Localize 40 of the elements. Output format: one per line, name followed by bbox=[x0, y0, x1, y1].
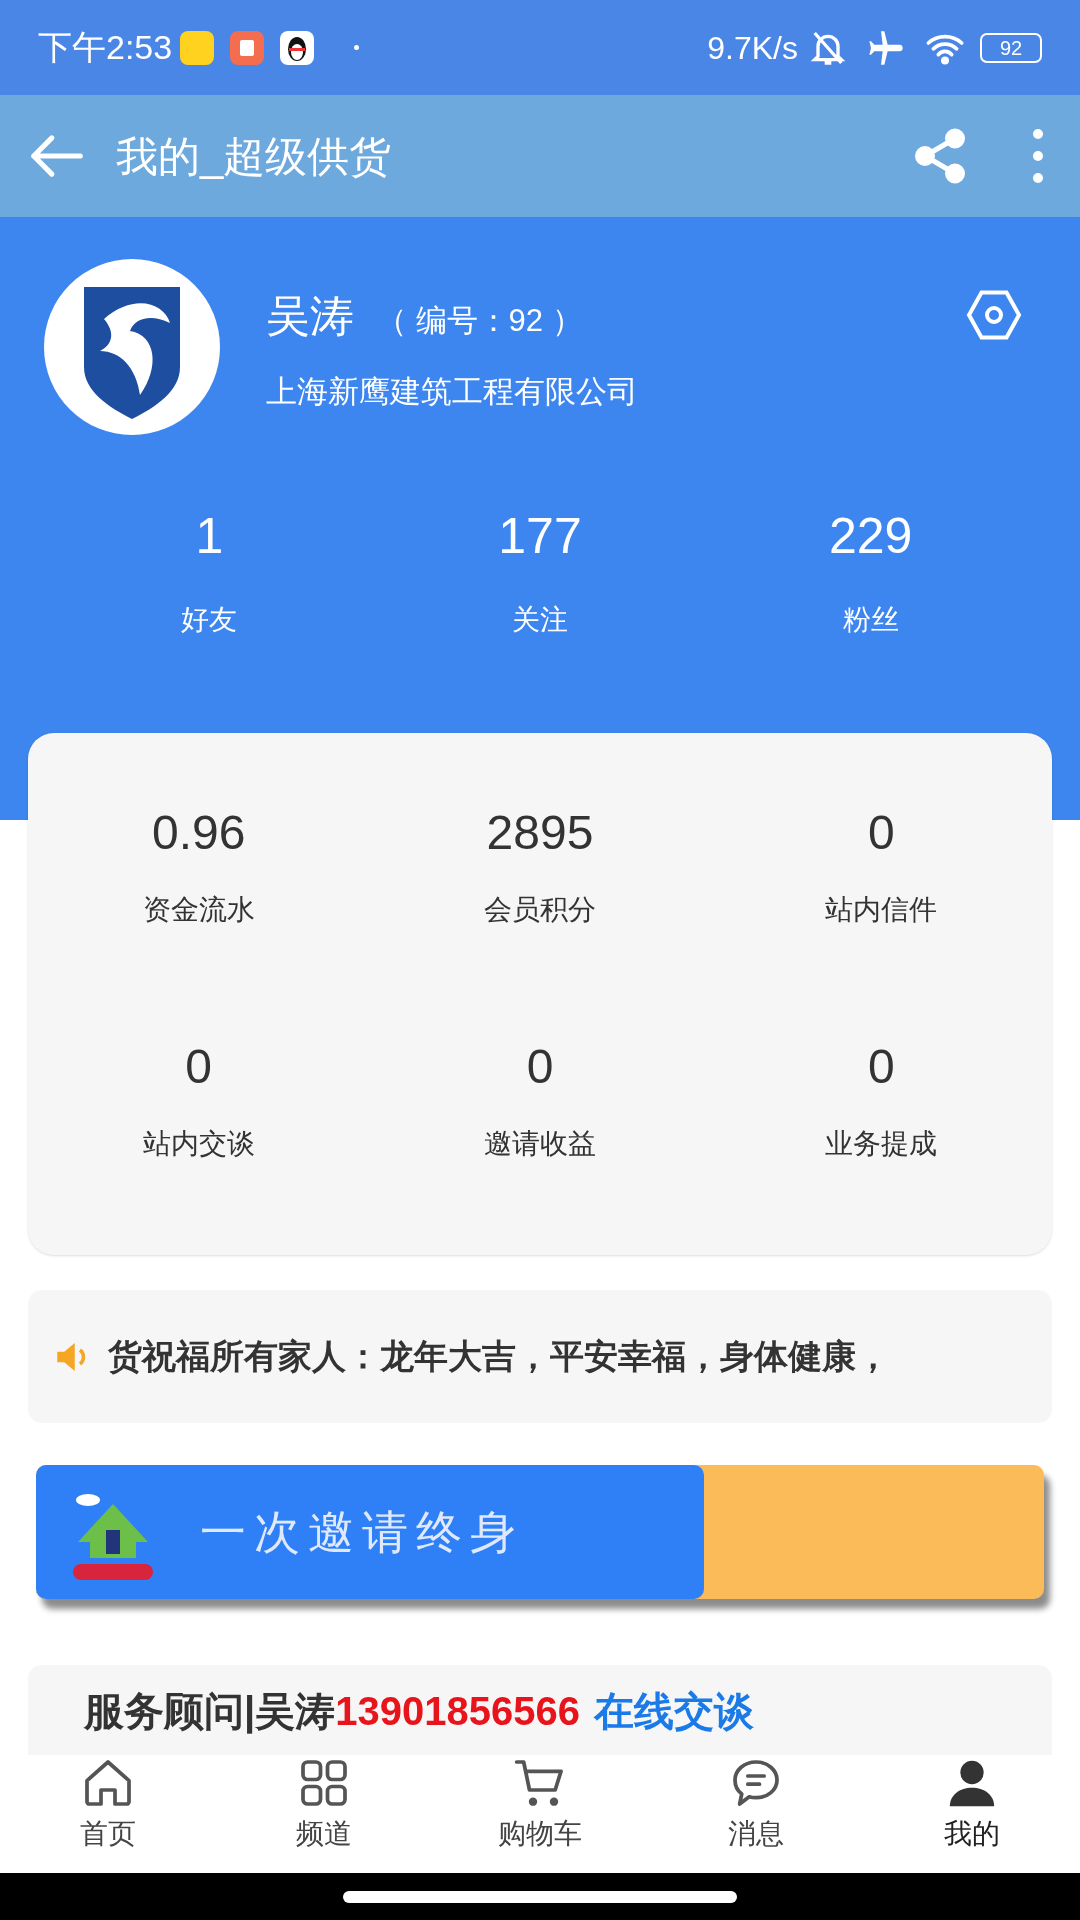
nav-tab[interactable]: 消息 bbox=[648, 1755, 864, 1873]
page-title: 我的_超级供货 bbox=[116, 131, 392, 182]
stat-value: 177 bbox=[498, 511, 582, 561]
stat-value: 2895 bbox=[486, 809, 594, 857]
company-logo-icon bbox=[44, 259, 220, 435]
stat-label: 会员积分 bbox=[484, 893, 596, 927]
stat-value: 0 bbox=[185, 1043, 212, 1091]
stat-label: 业务提成 bbox=[825, 1127, 938, 1161]
member-number: （ 编号：92 ） bbox=[376, 302, 583, 340]
phone-number[interactable]: 13901856566 bbox=[335, 1681, 580, 1741]
stat-value: 0 bbox=[867, 809, 895, 857]
stat-label: 粉丝 bbox=[842, 603, 899, 637]
company-name: 上海新鹰建筑工程有限公司 bbox=[266, 373, 638, 411]
user-name: 吴涛 bbox=[266, 290, 354, 342]
stat-label: 站内交谈 bbox=[142, 1127, 255, 1161]
chat-online-link[interactable]: 在线交谈 bbox=[593, 1681, 754, 1741]
stat-label: 资金流水 bbox=[142, 893, 255, 927]
nav-tab[interactable]: 我的 bbox=[864, 1755, 1080, 1873]
stat-value: 0 bbox=[867, 1043, 895, 1091]
stat-value: 0.96 bbox=[151, 809, 246, 857]
nav-tab[interactable]: 频道 bbox=[216, 1755, 432, 1873]
stat-label: 站内信件 bbox=[825, 893, 938, 927]
app-notification-icon bbox=[180, 30, 215, 65]
status-time: 下午2:53 bbox=[38, 27, 173, 68]
more-options-icon[interactable] bbox=[1032, 128, 1044, 184]
network-speed: 9.7K/s bbox=[707, 28, 798, 68]
stat-label: 好友 bbox=[181, 603, 238, 637]
stat-label: 邀请收益 bbox=[484, 1127, 596, 1161]
stat-value: 0 bbox=[526, 1043, 554, 1091]
battery-indicator: 92 bbox=[980, 32, 1042, 63]
penguin-icon bbox=[280, 30, 315, 65]
service-advisor: 服务顾问|吴涛 bbox=[84, 1688, 336, 1736]
stat-value: 1 bbox=[195, 511, 224, 561]
banner-slogan: 一次邀请终身 bbox=[200, 1503, 524, 1561]
stat-value: 229 bbox=[828, 511, 913, 561]
notice-text: 货祝福所有家人：龙年大吉，平安幸福，身体健康， bbox=[108, 1336, 890, 1377]
nav-tab[interactable]: 首页 bbox=[0, 1755, 216, 1873]
app-notification-icon bbox=[230, 30, 265, 65]
nav-tab[interactable]: 购物车 bbox=[432, 1755, 648, 1873]
stat-label: 关注 bbox=[512, 603, 568, 637]
